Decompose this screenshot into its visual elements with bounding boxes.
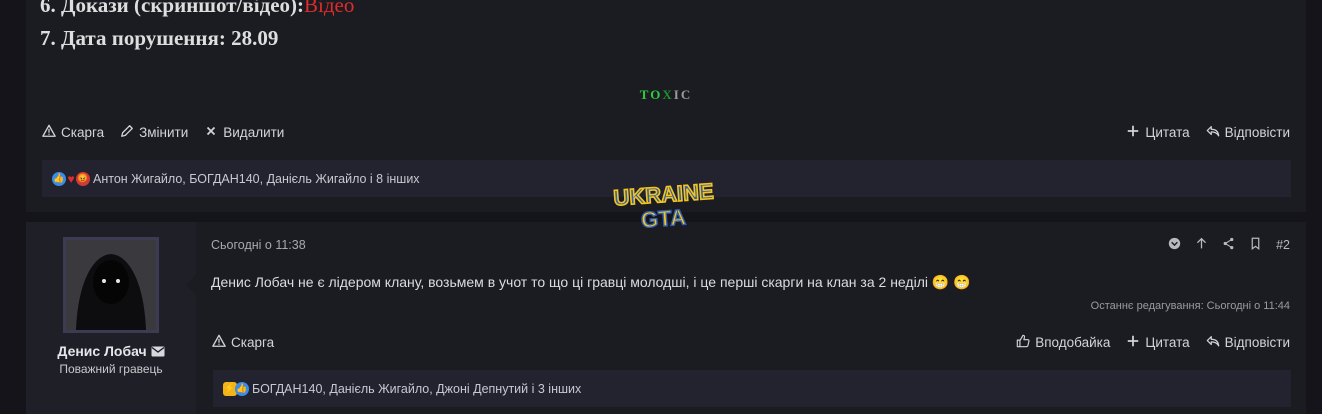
signature-letter: I <box>673 87 681 102</box>
evidence-label: 6. Докази (скриншот/відео): <box>40 0 305 17</box>
evidence-line: 6. Докази (скриншот/відео):Відео <box>40 0 354 18</box>
reactions-users[interactable]: Антон Жигайло, БОГДАН140, Данієль Жигайл… <box>93 172 420 186</box>
reply-icon <box>1206 334 1220 351</box>
watermark-line-2: GTA <box>640 204 687 232</box>
site-watermark-logo: UKRAINE GTA <box>606 176 722 234</box>
edit-label: Змінити <box>139 125 189 140</box>
chevron-circle-down-icon[interactable] <box>1168 237 1181 253</box>
reactions-users[interactable]: БОГДАН140, Данієль Жигайло, Джоні Депнут… <box>252 382 581 396</box>
signature-letter: T <box>639 87 651 102</box>
report-label: Скарга <box>61 125 105 140</box>
reactions-bar[interactable]: ⚡ 👍 БОГДАН140, Данієль Жигайло, Джоні Де… <box>213 370 1291 407</box>
post-time[interactable]: Сьогодні о 11:38 <box>211 238 306 252</box>
thumbs-up-icon <box>1016 334 1030 351</box>
post-2-actions-left: Скарга <box>212 334 290 351</box>
evidence-link[interactable]: Відео <box>304 0 354 17</box>
reaction-icons: ⚡ 👍 <box>223 381 249 396</box>
user-pane: Денис Лобач Поважний гравець <box>26 222 196 414</box>
pencil-icon <box>120 124 134 141</box>
reaction-icons: 👍 ♥ 😡 <box>52 171 90 186</box>
signature-letter: C <box>680 87 693 102</box>
signature-letter: O <box>650 87 663 102</box>
violation-date-line: 7. Дата порушення: 28.09 <box>40 26 279 50</box>
post-1-actions-right: Цитата Відповісти <box>1110 124 1290 141</box>
report-button[interactable]: Скарга <box>42 124 104 141</box>
reply-label: Відповісти <box>1224 125 1290 140</box>
close-icon <box>204 124 218 141</box>
reply-button[interactable]: Відповісти <box>1206 334 1290 351</box>
like-label: Вподобайка <box>1035 335 1111 350</box>
envelope-icon[interactable] <box>151 344 165 360</box>
post-2: Денис Лобач Поважний гравець Сьогодні о … <box>26 222 1306 414</box>
share-icon[interactable] <box>1222 237 1235 253</box>
plus-icon <box>1126 124 1140 141</box>
quote-button[interactable]: Цитата <box>1126 124 1190 141</box>
plus-icon <box>1126 334 1140 351</box>
post-2-actions-right: Вподобайка Цитата Відповісти <box>1000 334 1290 351</box>
edited-note[interactable]: Останнє редагування: Сьогодні о 11:44 <box>1091 300 1290 312</box>
arrow-up-icon[interactable] <box>1195 237 1208 253</box>
report-button[interactable]: Скарга <box>212 334 274 351</box>
speech-arrow <box>186 272 199 298</box>
post-number[interactable]: #2 <box>1276 238 1290 252</box>
thumbs-up-icon: 👍 <box>235 381 249 396</box>
post-message: Денис Лобач не є лідером клану, возьмем … <box>211 274 971 290</box>
signature-letter: X <box>662 87 674 102</box>
signature-toxic: TOXIC <box>26 87 1306 103</box>
angry-face-icon: 😡 <box>76 171 90 186</box>
post-1-actions-left: Скарга Змінити Видалити <box>42 124 300 141</box>
author-name[interactable]: Денис Лобач <box>57 343 146 359</box>
reply-icon <box>1206 124 1220 141</box>
delete-label: Видалити <box>223 125 285 140</box>
report-label: Скарга <box>231 335 275 350</box>
like-button[interactable]: Вподобайка <box>1016 334 1110 351</box>
reply-button[interactable]: Відповісти <box>1206 124 1290 141</box>
quote-button[interactable]: Цитата <box>1126 334 1190 351</box>
bookmark-icon[interactable] <box>1249 237 1262 253</box>
quote-label: Цитата <box>1145 335 1190 350</box>
delete-button[interactable]: Видалити <box>204 124 284 141</box>
quote-label: Цитата <box>1145 125 1190 140</box>
reply-label: Відповісти <box>1224 335 1290 350</box>
warning-icon <box>42 124 56 141</box>
author-name-row[interactable]: Денис Лобач <box>26 343 196 360</box>
warning-icon <box>212 334 226 351</box>
edit-button[interactable]: Змінити <box>120 124 188 141</box>
author-title: Поважний гравець <box>59 362 163 376</box>
post-tools: #2 <box>1168 237 1290 253</box>
avatar[interactable] <box>63 237 159 333</box>
